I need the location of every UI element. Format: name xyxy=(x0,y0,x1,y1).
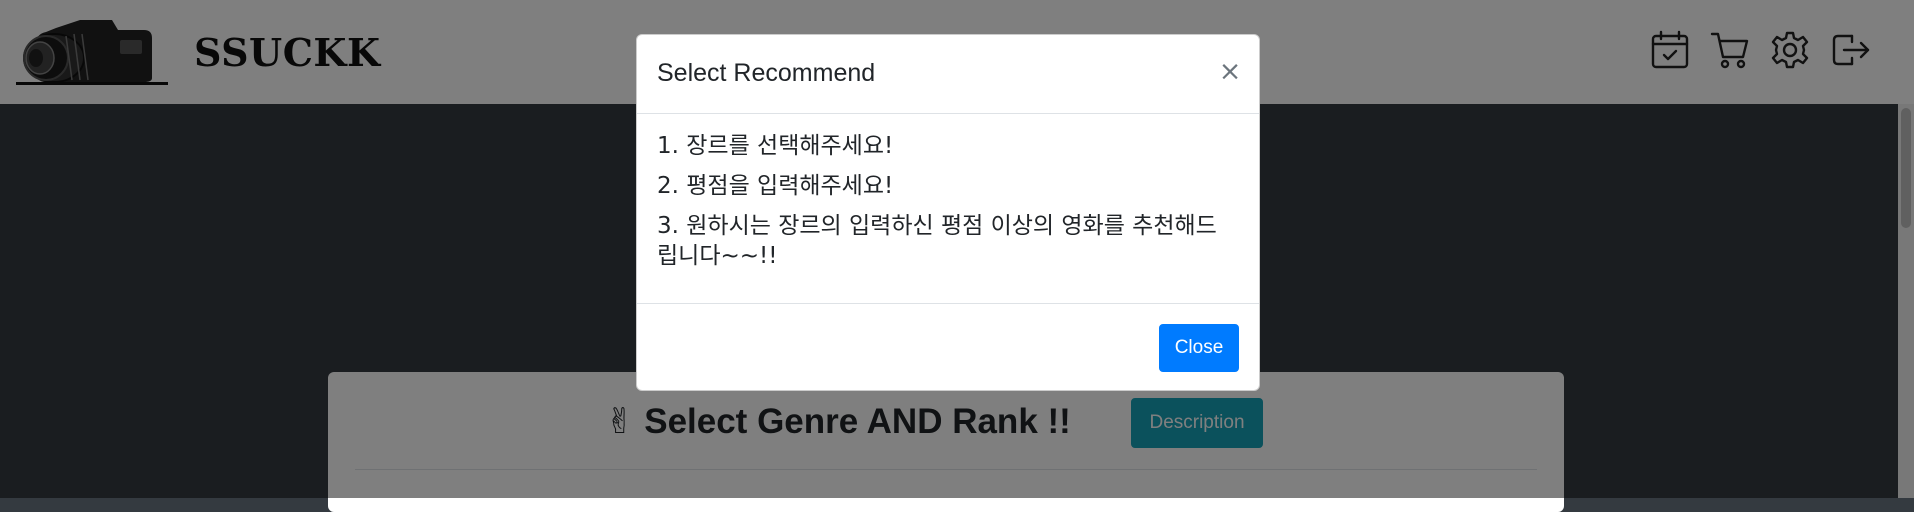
instruction-line-1: 1. 장르를 선택해주세요! xyxy=(657,133,894,159)
instruction-line-3: 3. 원하시는 장르의 입력하신 평점 이상의 영화를 추천해드립니다~~!! xyxy=(657,213,1217,269)
modal-close-x-icon[interactable]: × xyxy=(1215,53,1245,89)
modal-header: Select Recommend × xyxy=(637,35,1259,114)
modal-title: Select Recommend xyxy=(657,59,876,87)
instruction-line-2: 2. 평점을 입력해주세요! xyxy=(657,173,894,199)
modal-footer: Close xyxy=(637,303,1259,392)
select-recommend-modal: Select Recommend × 1. 장르를 선택해주세요! 2. 평점을… xyxy=(636,34,1260,391)
close-button[interactable]: Close xyxy=(1159,324,1239,372)
modal-body: 1. 장르를 선택해주세요! 2. 평점을 입력해주세요! 3. 원하시는 장르… xyxy=(657,131,1237,281)
